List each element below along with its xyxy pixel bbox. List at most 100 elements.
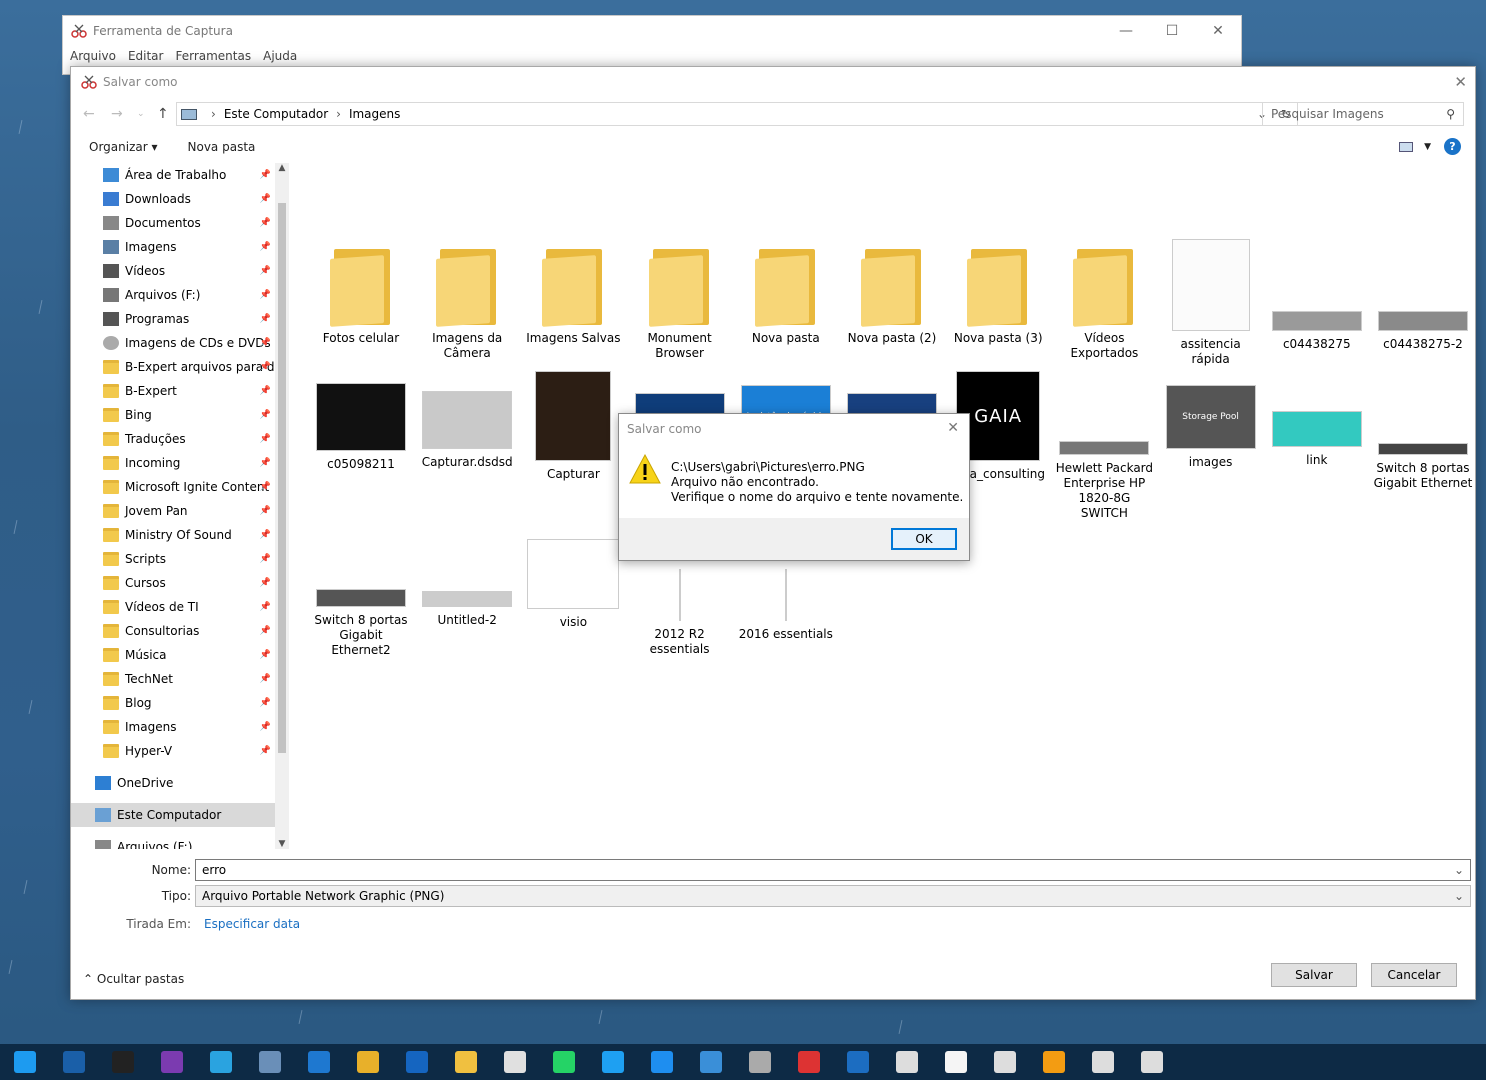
file-item[interactable]: assitencia rápida	[1161, 239, 1261, 367]
cancel-button[interactable]: Cancelar	[1371, 963, 1457, 987]
sticky-notes-icon[interactable]	[931, 1044, 980, 1080]
sidebar-item[interactable]: Cursos 📌	[71, 571, 271, 595]
view-options-icon[interactable]	[1399, 142, 1413, 152]
breadcrumb-este-computador[interactable]: Este Computador	[224, 107, 328, 121]
sidebar-item-arquivos[interactable]: Arquivos (F:)	[71, 835, 275, 849]
back-arrow-icon[interactable]: ←	[83, 106, 95, 122]
file-item[interactable]: Vídeos Exportados	[1054, 245, 1154, 361]
pen-icon[interactable]	[980, 1044, 1029, 1080]
ok-button[interactable]: OK	[891, 528, 957, 550]
pin-icon[interactable]: 📌	[260, 698, 271, 708]
address-box[interactable]: › Este Computador › Imagens ⌄ ↻	[176, 102, 1298, 126]
sidebar-item[interactable]: Imagens 📌	[71, 715, 271, 739]
powershell-icon[interactable]	[49, 1044, 98, 1080]
file-item[interactable]: visio	[523, 539, 623, 630]
pin-icon[interactable]: 📌	[260, 266, 271, 276]
file-item[interactable]: Nova pasta	[736, 245, 836, 346]
pin-icon[interactable]: 📌	[260, 482, 271, 492]
menu-arquivo[interactable]: Arquivo	[70, 49, 116, 63]
file-item[interactable]: Monument Browser	[630, 245, 730, 361]
file-item[interactable]: Fotos celular	[311, 245, 411, 346]
file-item[interactable]: Capturar	[523, 371, 623, 482]
file-item[interactable]: 2016 essentials	[736, 569, 836, 642]
sidebar-item[interactable]: Imagens de CDs e DVDs 📌	[71, 331, 271, 355]
filetype-select[interactable]: Arquivo Portable Network Graphic (PNG) ⌄	[195, 885, 1471, 907]
file-item[interactable]: 2012 R2 essentials	[630, 569, 730, 657]
slack-icon[interactable]	[490, 1044, 539, 1080]
sidebar-item[interactable]: Área de Trabalho 📌	[71, 163, 271, 187]
pin-icon[interactable]: 📌	[260, 170, 271, 180]
pin-icon[interactable]: 📌	[260, 218, 271, 228]
sidebar-item[interactable]: Ministry Of Sound 📌	[71, 523, 271, 547]
mail-icon[interactable]	[833, 1044, 882, 1080]
sidebar-item[interactable]: Arquivos (F:) 📌	[71, 283, 271, 307]
pin-icon[interactable]: 📌	[260, 674, 271, 684]
sidebar-item[interactable]: TechNet 📌	[71, 667, 271, 691]
maximize-button[interactable]: ☐	[1149, 16, 1195, 46]
pin-icon[interactable]: 📌	[260, 458, 271, 468]
windows-store-icon[interactable]	[0, 1044, 49, 1080]
remote-desktop-icon[interactable]	[686, 1044, 735, 1080]
minimize-button[interactable]: —	[1103, 16, 1149, 46]
pin-icon[interactable]: 📌	[260, 722, 271, 732]
file-item[interactable]: Hewlett Packard Enterprise HP 1820-8G SW…	[1054, 371, 1154, 521]
file-item[interactable]: Nova pasta (2)	[842, 245, 942, 346]
settings-icon[interactable]	[1127, 1044, 1176, 1080]
sidebar-item[interactable]: Hyper-V 📌	[71, 739, 271, 763]
chrome-icon[interactable]	[343, 1044, 392, 1080]
cmd-icon[interactable]	[98, 1044, 147, 1080]
pin-icon[interactable]: 📌	[260, 530, 271, 540]
sidebar-item[interactable]: Bing 📌	[71, 403, 271, 427]
sidebar-item[interactable]: Incoming 📌	[71, 451, 271, 475]
edge-icon[interactable]	[294, 1044, 343, 1080]
outlook-icon[interactable]	[392, 1044, 441, 1080]
file-item[interactable]: Switch 8 portas Gigabit Ethernet2	[311, 569, 411, 658]
whatsapp-icon[interactable]	[539, 1044, 588, 1080]
file-item[interactable]: Imagens da Câmera	[417, 245, 517, 361]
close-button[interactable]: ✕	[1195, 16, 1241, 46]
sidebar-item[interactable]: Scripts 📌	[71, 547, 271, 571]
file-item[interactable]: c05098211	[311, 371, 411, 472]
skype-icon[interactable]	[588, 1044, 637, 1080]
view-dropdown-icon[interactable]: ▼	[1424, 142, 1431, 152]
network-icon[interactable]	[245, 1044, 294, 1080]
printer-icon[interactable]	[735, 1044, 784, 1080]
new-folder-button[interactable]: Nova pasta	[188, 140, 256, 154]
forward-arrow-icon[interactable]: →	[111, 106, 123, 122]
sidebar-item-onedrive[interactable]: OneDrive	[71, 771, 275, 795]
onenote-icon[interactable]	[147, 1044, 196, 1080]
pin-icon[interactable]: 📌	[260, 194, 271, 204]
chevron-down-icon[interactable]: ⌄	[1454, 889, 1464, 903]
file-item[interactable]: c04438275-2	[1373, 247, 1473, 352]
breadcrumb-imagens[interactable]: Imagens	[349, 107, 400, 121]
specify-date-link[interactable]: Especificar data	[204, 917, 300, 931]
pin-icon[interactable]: 📌	[260, 434, 271, 444]
help-icon[interactable]: ?	[1444, 138, 1461, 155]
file-explorer-icon[interactable]	[441, 1044, 490, 1080]
scroll-up-icon[interactable]: ▲	[275, 163, 289, 173]
sidebar-item[interactable]: Imagens 📌	[71, 235, 271, 259]
pin-icon[interactable]: 📌	[260, 506, 271, 516]
pin-icon[interactable]: 📌	[260, 746, 271, 756]
sidebar-item[interactable]: Documentos 📌	[71, 211, 271, 235]
pin-icon[interactable]: 📌	[260, 386, 271, 396]
file-item[interactable]: link	[1267, 371, 1367, 468]
close-icon[interactable]: ✕	[1454, 73, 1467, 91]
search-input[interactable]: Pesquisar Imagens ⚲	[1262, 102, 1464, 126]
up-arrow-icon[interactable]: ↑	[157, 106, 169, 122]
sidebar-item[interactable]: Blog 📌	[71, 691, 271, 715]
sidebar-item[interactable]: Música 📌	[71, 643, 271, 667]
scrollbar-thumb[interactable]	[278, 203, 286, 753]
sidebar-item[interactable]: Vídeos de TI 📌	[71, 595, 271, 619]
sidebar-item[interactable]: Consultorias 📌	[71, 619, 271, 643]
sidebar-item[interactable]: B-Expert 📌	[71, 379, 271, 403]
file-item[interactable]: Switch 8 portas Gigabit Ethernet	[1373, 371, 1473, 491]
sidebar-item[interactable]: Traduções 📌	[71, 427, 271, 451]
sidebar-item[interactable]: Vídeos 📌	[71, 259, 271, 283]
sidebar-item-this-pc[interactable]: Este Computador	[71, 803, 275, 827]
pin-icon[interactable]: 📌	[260, 578, 271, 588]
sidebar-item[interactable]: B-Expert arquivos para dc 📌	[71, 355, 281, 379]
pin-icon[interactable]: 📌	[260, 554, 271, 564]
pin-icon[interactable]: 📌	[260, 650, 271, 660]
pin-icon[interactable]: 📌	[260, 410, 271, 420]
